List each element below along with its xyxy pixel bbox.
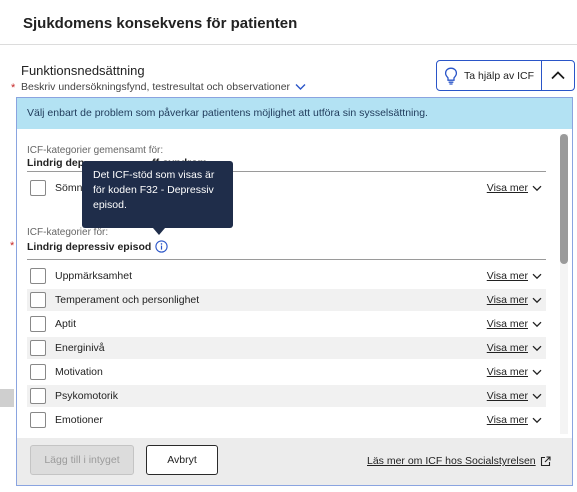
diagnosis-group-label: ICF-kategorier för: bbox=[27, 227, 109, 238]
show-more-link[interactable]: Visa mer bbox=[487, 414, 528, 426]
chevron-down-icon[interactable] bbox=[532, 345, 542, 352]
diagnosis-group-text: Lindrig depressiv episod bbox=[27, 240, 152, 253]
item-label: Motivation bbox=[55, 366, 103, 378]
diagnosis-group-name: Lindrig depressiv episod bbox=[27, 240, 168, 253]
common-group-name-start: Lindrig dep bbox=[27, 157, 85, 169]
checkbox[interactable] bbox=[30, 340, 46, 356]
icf-panel: Välj enbart de problem som påverkar pati… bbox=[16, 97, 573, 486]
button-separator bbox=[541, 61, 542, 90]
field-hint-text: Beskriv undersökningsfynd, testresultat … bbox=[21, 81, 291, 93]
list-item: Temperament och personlighet Visa mer bbox=[27, 289, 546, 311]
chevron-down-icon[interactable] bbox=[532, 393, 542, 400]
info-icon[interactable] bbox=[155, 240, 168, 253]
list-item: Aptit Visa mer bbox=[27, 313, 546, 335]
show-more-link[interactable]: Visa mer bbox=[487, 342, 528, 354]
checkbox[interactable] bbox=[30, 292, 46, 308]
show-more-link[interactable]: Visa mer bbox=[487, 182, 528, 194]
lightbulb-icon bbox=[444, 67, 458, 85]
field-label: Funktionsnedsättning bbox=[21, 63, 145, 78]
checkbox[interactable] bbox=[30, 180, 46, 196]
item-label: Temperament och personlighet bbox=[55, 294, 200, 306]
chevron-up-icon[interactable] bbox=[549, 68, 567, 82]
show-more-link[interactable]: Visa mer bbox=[487, 294, 528, 306]
icf-info-link-label: Läs mer om ICF hos Socialstyrelsen bbox=[367, 455, 536, 467]
panel-banner: Välj enbart de problem som påverkar pati… bbox=[17, 98, 572, 129]
group-divider bbox=[27, 259, 546, 260]
list-item: Motivation Visa mer bbox=[27, 361, 546, 383]
icf-tooltip: Det ICF-stöd som visas är för koden F32 … bbox=[82, 161, 233, 228]
title-divider bbox=[0, 44, 577, 45]
side-marker bbox=[0, 389, 14, 407]
show-more-link[interactable]: Visa mer bbox=[487, 318, 528, 330]
chevron-down-icon[interactable] bbox=[532, 417, 542, 424]
chevron-down-icon[interactable] bbox=[532, 321, 542, 328]
list-item: Emotioner Visa mer bbox=[27, 409, 546, 431]
icf-info-link[interactable]: Läs mer om ICF hos Socialstyrelsen bbox=[367, 455, 551, 467]
tooltip-arrow bbox=[153, 228, 165, 235]
list-scrollbar[interactable] bbox=[560, 134, 568, 434]
chevron-down-icon[interactable] bbox=[532, 185, 542, 192]
checkbox[interactable] bbox=[30, 388, 46, 404]
external-link-icon bbox=[540, 455, 551, 466]
common-group-label: ICF-kategorier gemensamt för: bbox=[27, 145, 164, 156]
page-title: Sjukdomens konsekvens för patienten bbox=[23, 15, 298, 32]
show-more-link[interactable]: Visa mer bbox=[487, 366, 528, 378]
item-label: Uppmärksamhet bbox=[55, 270, 133, 282]
checkbox[interactable] bbox=[30, 268, 46, 284]
chevron-down-icon[interactable] bbox=[532, 297, 542, 304]
item-label: Emotioner bbox=[55, 414, 103, 426]
chevron-down-icon[interactable] bbox=[532, 369, 542, 376]
checkbox[interactable] bbox=[30, 412, 46, 428]
show-more-link[interactable]: Visa mer bbox=[487, 270, 528, 282]
icf-form-page: Sjukdomens konsekvens för patienten Funk… bbox=[0, 0, 577, 492]
required-mark: * bbox=[10, 240, 15, 252]
item-label: Aptit bbox=[55, 318, 77, 330]
add-to-certificate-button[interactable]: Lägg till i intyget bbox=[30, 445, 134, 475]
icf-help-button[interactable]: Ta hjälp av ICF bbox=[436, 60, 575, 91]
list-item: Energinivå Visa mer bbox=[27, 337, 546, 359]
cancel-button[interactable]: Avbryt bbox=[146, 445, 218, 475]
required-mark: * bbox=[11, 82, 16, 94]
checkbox[interactable] bbox=[30, 364, 46, 380]
chevron-down-icon bbox=[295, 84, 306, 90]
show-more-link[interactable]: Visa mer bbox=[487, 390, 528, 402]
chevron-down-icon[interactable] bbox=[532, 273, 542, 280]
item-label: Energinivå bbox=[55, 342, 105, 354]
item-label: Psykomotorik bbox=[55, 390, 119, 402]
scrollbar-thumb[interactable] bbox=[560, 134, 568, 264]
field-hint-toggle[interactable]: Beskriv undersökningsfynd, testresultat … bbox=[21, 81, 306, 93]
checkbox[interactable] bbox=[30, 316, 46, 332]
list-item: Psykomotorik Visa mer bbox=[27, 385, 546, 407]
icf-help-label: Ta hjälp av ICF bbox=[464, 69, 535, 82]
list-item: Uppmärksamhet Visa mer bbox=[27, 265, 546, 287]
